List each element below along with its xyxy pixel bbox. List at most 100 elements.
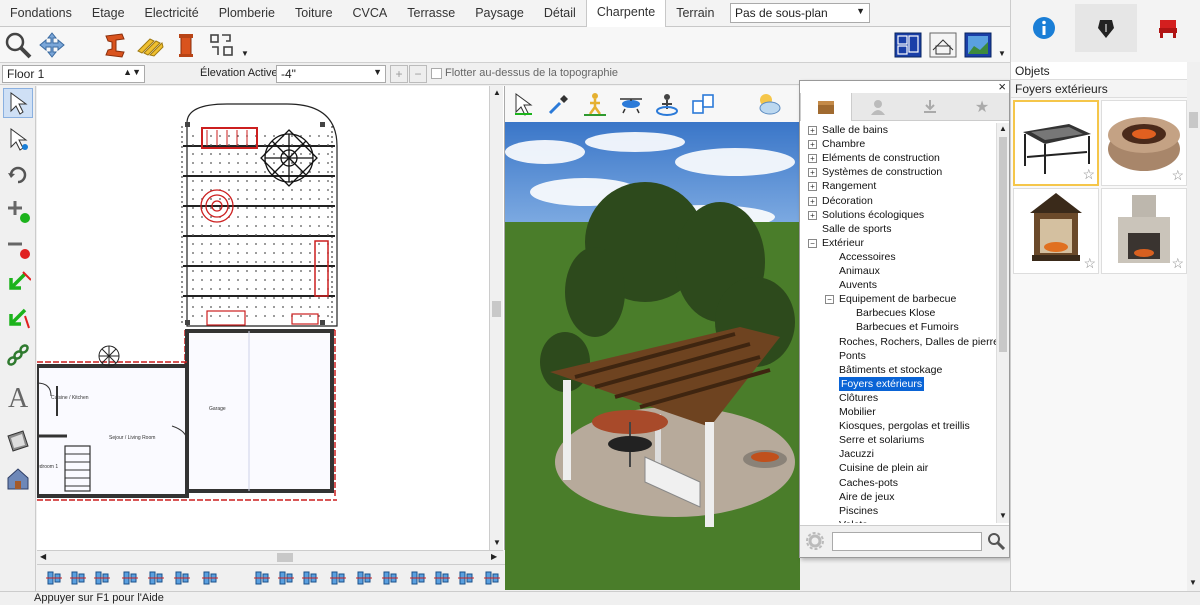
plan-horizontal-scrollbar[interactable]: ◀ ▶ [37,550,503,564]
library-tree-scrollbar[interactable]: ▲ ▼ [996,123,1009,523]
post-icon[interactable] [170,29,202,61]
fly-icon[interactable] [615,88,647,120]
catalog-item-stone-fireplace[interactable]: ☆ [1101,188,1187,274]
tree-item[interactable]: Kiosques, pergolas et treillis [839,419,970,433]
align-tool-icon[interactable] [277,569,295,587]
3d-view[interactable] [505,122,800,590]
tab-cvca[interactable]: CVCA [343,0,398,27]
tree-item[interactable]: Caches-pots [839,476,898,490]
furniture-icon[interactable] [1137,4,1199,52]
search-icon[interactable] [987,532,1006,553]
break-line-icon[interactable] [3,268,33,298]
chevron-right-icon[interactable]: ▶ [491,552,497,561]
align-tool-icon[interactable] [457,569,475,587]
library-search-input[interactable] [832,532,982,551]
decrement-button[interactable]: − [409,65,427,83]
elevation-input[interactable]: -4" ▼ [276,65,386,83]
expand-icon[interactable]: + [808,182,817,192]
chevron-down-icon[interactable]: ▼ [241,49,249,58]
select-arrow-icon[interactable] [3,88,33,118]
tree-item[interactable]: Foyers extérieurs [839,376,925,391]
collapse-icon[interactable]: − [825,295,834,305]
tree-item[interactable]: Jacuzzi [839,447,874,461]
framing-tools-icon[interactable] [206,29,238,61]
chevron-up-icon[interactable]: ▲ [999,124,1007,133]
3d-view-icon[interactable] [963,29,993,61]
rotate-icon[interactable] [3,160,33,190]
layout-icon[interactable] [687,88,719,120]
tree-item[interactable]: Cuisine de plein air [839,461,928,475]
align-tool-icon[interactable] [409,569,427,587]
chevron-down-icon[interactable]: ▼ [998,49,1006,58]
chevron-left-icon[interactable]: ◀ [40,552,46,561]
tree-item[interactable]: Volets [839,518,868,523]
star-icon[interactable]: ☆ [1171,255,1184,272]
library-tab-objects[interactable] [800,93,852,121]
catalog-scrollbar[interactable]: ▼ [1187,62,1200,591]
walk-icon[interactable] [579,88,611,120]
plan-vertical-scrollbar[interactable]: ▲ ▼ [489,86,503,550]
tab-plomberie[interactable]: Plomberie [209,0,285,27]
zoom-icon[interactable] [2,29,34,61]
catalog-category-select[interactable]: Objets ▼ [1011,62,1200,80]
align-tool-icon[interactable] [121,569,139,587]
pan-icon[interactable] [36,29,68,61]
align-tool-icon[interactable] [483,569,501,587]
tab-detail[interactable]: Détail [534,0,586,27]
material-icon[interactable] [3,426,33,456]
align-tool-icon[interactable] [69,569,87,587]
subplan-select[interactable]: Pas de sous-plan ▼ [730,3,870,23]
library-tab-user[interactable] [852,93,904,121]
tree-item[interactable]: Barbecues Klose [856,306,935,320]
join-line-icon[interactable] [3,304,33,334]
catalog-item-lantern-fireplace[interactable]: ☆ [1013,188,1099,274]
tree-item[interactable]: Rangement [822,179,876,193]
elevation-view-icon[interactable] [928,29,958,61]
align-tool-icon[interactable] [201,569,219,587]
tree-item[interactable]: Aire de jeux [839,490,894,504]
align-tool-icon[interactable] [93,569,111,587]
tree-item[interactable]: Piscines [839,504,878,518]
expand-icon[interactable]: + [808,126,817,135]
tree-item[interactable]: Salle de bains [822,123,888,137]
tree-item[interactable]: Chambre [822,137,865,151]
house-icon[interactable] [3,464,33,494]
weather-icon[interactable] [753,88,785,120]
align-tool-icon[interactable] [355,569,373,587]
star-icon[interactable]: ☆ [1171,167,1184,184]
beam-icon[interactable] [98,29,130,61]
star-icon[interactable]: ☆ [1082,166,1095,183]
tab-electricite[interactable]: Electricité [135,0,209,27]
chevron-down-icon[interactable]: ▼ [493,538,501,547]
tree-item[interactable]: Barbecues et Fumoirs [856,320,959,334]
tree-item[interactable]: Bâtiments et stockage [839,363,942,377]
align-tool-icon[interactable] [147,569,165,587]
tree-item[interactable]: Serre et solariums [839,433,924,447]
tree-item[interactable]: Auvents [839,278,877,292]
library-tree-scroll-thumb[interactable] [999,137,1007,352]
tree-item[interactable]: Décoration [822,194,873,208]
tree-item[interactable]: Equipement de barbecue [839,292,956,306]
tree-item[interactable]: Extérieur [822,236,864,250]
expand-icon[interactable]: + [808,140,817,150]
catalog-item-fire-pit-table[interactable]: ☆ [1013,100,1099,186]
tree-item[interactable]: Roches, Rochers, Dalles de pierre [839,335,996,349]
plan-hscroll-thumb[interactable] [277,553,293,562]
library-tab-favorites[interactable]: ★ [956,93,1008,121]
star-icon[interactable]: ☆ [1083,255,1096,272]
multi-select-icon[interactable] [3,124,33,154]
tree-item[interactable]: Solutions écologiques [822,208,924,222]
align-tool-icon[interactable] [329,569,347,587]
close-icon[interactable]: × [998,79,1006,94]
tree-item[interactable]: Ponts [839,349,866,363]
chevron-down-icon[interactable]: ▼ [999,511,1007,520]
chevron-up-icon[interactable]: ▲ [493,88,501,97]
plan-vscroll-thumb[interactable] [492,301,501,317]
tree-item[interactable]: Systèmes de construction [822,165,942,179]
orbit-icon[interactable] [651,88,683,120]
expand-icon[interactable]: + [808,210,817,220]
expand-icon[interactable]: + [808,168,817,178]
catalog-item-round-fire-pit[interactable]: ☆ [1101,100,1187,186]
tree-item[interactable]: Accessoires [839,250,896,264]
text-icon[interactable]: A [3,382,33,412]
